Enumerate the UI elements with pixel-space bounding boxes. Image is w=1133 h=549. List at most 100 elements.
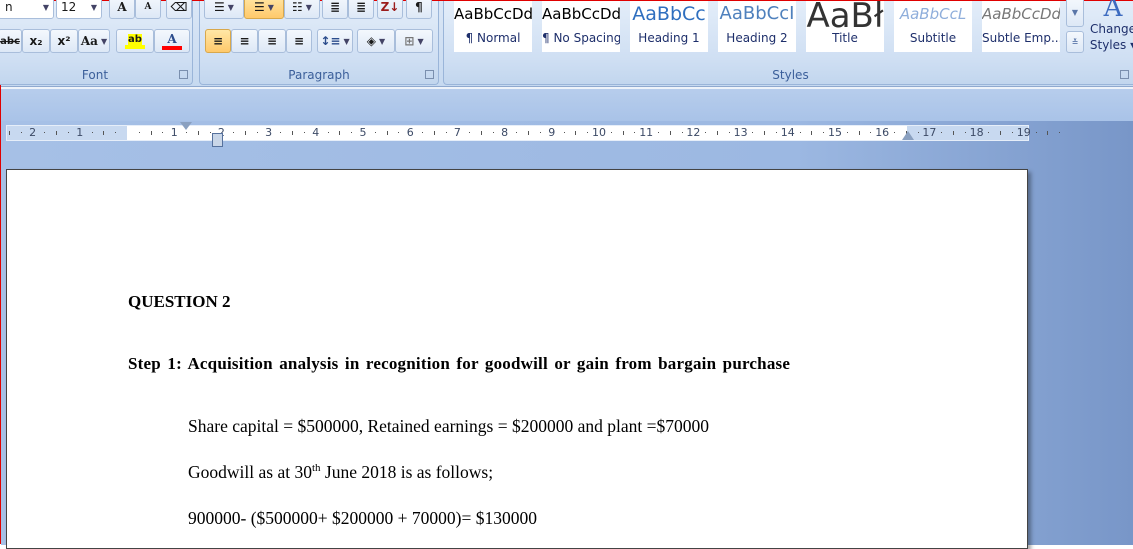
ruler-dot [540, 132, 541, 133]
style-normal[interactable]: AaBbCcDd ¶ Normal [454, 1, 532, 52]
paragraph-group: ☰ ▼ ☰ ▼ ☷ ▼ ≣ ≣ Z↓ ¶ ≡ ≡ ≡ ≡ ↕≡ ▼ ◈ ▼ ⊞ ▼ Para… [199, 0, 439, 85]
ruler-number: 12 [686, 126, 701, 139]
style-heading-1[interactable]: AaBbCc Heading 1 [630, 1, 708, 52]
ruler-number: 10 [592, 126, 606, 139]
chevron-down-icon: ▼ [379, 36, 386, 46]
ruler-tick [245, 131, 246, 135]
ruler-tick [622, 131, 624, 135]
ruler-dot [681, 132, 683, 133]
subscript-button[interactable]: x₂ [22, 29, 50, 53]
gallery-more-button[interactable]: ≚ [1066, 31, 1084, 53]
increase-indent-icon: ≣ [355, 0, 367, 14]
paragraph-dialog-launcher-icon[interactable] [425, 70, 434, 79]
ruler-dot [634, 132, 636, 133]
decrease-indent-button[interactable]: ≣ [322, 0, 348, 19]
strikethrough-button[interactable]: abc [0, 29, 22, 53]
ruler-dot [469, 132, 471, 133]
bullets-button[interactable]: ☰ ▼ [204, 0, 244, 19]
borders-button[interactable]: ⊞ ▼ [395, 29, 433, 53]
numbering-button[interactable]: ☰ ▼ [244, 0, 284, 19]
ruler-tick [103, 131, 105, 135]
ruler-tick [575, 131, 577, 135]
ruler-dot [870, 132, 872, 133]
ruler-tick [9, 131, 10, 135]
style-subtitle[interactable]: AaBbCcL Subtitle [894, 1, 972, 52]
first-line-indent-marker[interactable] [180, 122, 192, 130]
style-name: ¶ No Spacing [542, 31, 620, 45]
style-subtle-emp[interactable]: AaBbCcDd Subtle Emp... [982, 1, 1060, 52]
paragraph-calculation: 900000- ($500000+ $200000 + 70000)= $130… [188, 508, 537, 528]
style-name: Title [832, 31, 858, 45]
ruler-dot [988, 132, 990, 133]
superscript-button[interactable]: x² [50, 29, 78, 53]
line-spacing-icon: ↕≡ [320, 34, 341, 48]
font-name-value: n [5, 0, 13, 14]
highlighter-icon: ab [128, 33, 142, 45]
show-marks-button[interactable]: ¶ [406, 0, 432, 19]
ruler-tick [150, 131, 152, 135]
ruler-dot [776, 132, 777, 133]
chevron-down-icon: ▼ [1071, 7, 1079, 17]
font-size-dropdown[interactable]: 12 ▼ [56, 0, 102, 19]
ruler-tick [953, 131, 954, 135]
ruler-dot [422, 132, 423, 133]
change-styles-label: Styles ▾ [1089, 38, 1133, 52]
line-spacing-button[interactable]: ↕≡ ▼ [317, 29, 353, 53]
style-heading-2[interactable]: AaBbCcI Heading 2 [718, 1, 796, 52]
align-left-icon: ≡ [212, 34, 224, 48]
decrease-indent-icon: ≣ [329, 0, 341, 14]
ruler-tick [858, 131, 860, 135]
styles-dialog-launcher-icon[interactable] [1120, 70, 1129, 79]
chevron-down-icon: ▼ [343, 36, 350, 46]
change-styles-icon: A [1103, 0, 1123, 23]
change-case-button[interactable]: Aa ▼ [78, 29, 110, 53]
paragraph-share-capital: Share capital = $500000, Retained earnin… [188, 416, 709, 436]
style-name: Subtitle [909, 31, 957, 45]
ruler-dot [351, 132, 353, 133]
align-left-button[interactable]: ≡ [205, 29, 231, 53]
ruler-dot [304, 132, 305, 133]
style-no-spacing[interactable]: AaBbCcDd ¶ No Spacing [542, 1, 620, 52]
font-name-dropdown[interactable]: n ▼ [0, 0, 54, 19]
sort-button[interactable]: Z↓ [377, 0, 403, 19]
hanging-indent-marker[interactable] [212, 133, 223, 147]
ruler-tick [56, 131, 58, 135]
clear-formatting-button[interactable]: ⌫ [166, 0, 192, 19]
shrink-font-button[interactable]: A [135, 0, 161, 19]
ruler-tick [1000, 131, 1002, 135]
font-dialog-launcher-icon[interactable] [179, 70, 188, 79]
increase-indent-button[interactable]: ≣ [348, 0, 374, 19]
ruler-dot [138, 132, 140, 133]
font-color-bar [162, 46, 182, 50]
multilevel-list-button[interactable]: ☷ ▼ [284, 0, 320, 19]
ruler-tick [292, 131, 294, 135]
font-color-button[interactable]: A [154, 29, 190, 53]
chevron-down-icon: ▼ [90, 2, 97, 12]
document-page[interactable]: QUESTION 2 Step 1: Acquisition analysis … [6, 169, 1028, 549]
change-case-label: Aa [80, 34, 98, 48]
change-styles-label: Change [1090, 22, 1133, 36]
align-center-button[interactable]: ≡ [231, 29, 258, 53]
numbering-icon: ☰ [254, 0, 265, 14]
style-preview: AaBbCcDd [982, 5, 1060, 23]
change-styles-button[interactable]: A Change Styles ▾ [1088, 0, 1133, 53]
toolbar-strip [1, 87, 1133, 121]
chevron-down-icon: ▼ [417, 36, 424, 46]
ruler-dot [1059, 132, 1061, 133]
grow-font-button[interactable]: A [109, 0, 135, 19]
ruler-number: 15 [828, 126, 842, 139]
highlight-button[interactable]: ab [116, 29, 154, 53]
style-preview: AaBł [806, 1, 884, 28]
horizontal-ruler[interactable]: 2112345678910111213141516171819 [6, 122, 1061, 147]
shading-button[interactable]: ◈ ▼ [357, 29, 395, 53]
ruler-tick [1047, 131, 1049, 135]
ruler-tick [717, 131, 718, 135]
align-right-button[interactable]: ≡ [258, 29, 286, 53]
justify-button[interactable]: ≡ [286, 29, 312, 53]
ruler-dot [327, 132, 329, 133]
ruler-dot [894, 132, 895, 133]
right-indent-marker[interactable] [902, 131, 914, 140]
style-title[interactable]: AaBł Title [806, 1, 884, 52]
ruler-dot [186, 132, 187, 133]
gallery-scroll-down-button[interactable]: ▼ [1066, 0, 1084, 27]
